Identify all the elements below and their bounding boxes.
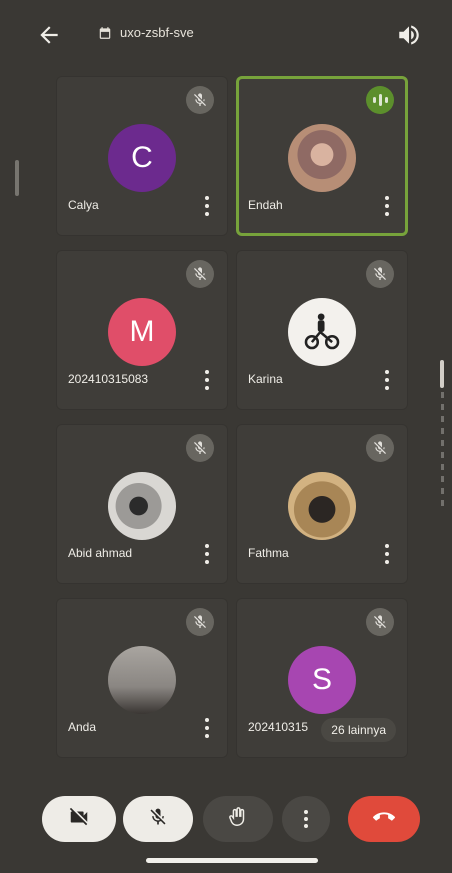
participant-tile[interactable]: Karina — [236, 250, 408, 410]
more-options-icon[interactable] — [204, 718, 210, 738]
avatar: M — [108, 298, 176, 366]
more-options-icon[interactable] — [384, 544, 390, 564]
participant-tile[interactable]: Abid ahmad — [56, 424, 228, 584]
more-options-icon[interactable] — [384, 196, 390, 216]
mic-off-icon — [366, 260, 394, 288]
participant-name: 202410315 — [248, 720, 309, 734]
avatar — [108, 472, 176, 540]
more-options-icon[interactable] — [204, 370, 210, 390]
participant-name: Endah — [248, 198, 283, 212]
mic-off-icon — [186, 86, 214, 114]
participant-tile-active[interactable]: Endah — [236, 76, 408, 236]
end-call-icon — [373, 806, 395, 833]
camera-off-icon — [68, 806, 90, 833]
participant-tile[interactable]: Anda — [56, 598, 228, 758]
more-options-icon[interactable] — [204, 196, 210, 216]
avatar — [108, 646, 176, 714]
avatar: S — [288, 646, 356, 714]
participant-name: Fathma — [248, 546, 289, 560]
participant-name: Karina — [248, 372, 283, 386]
scrollbar-thumb[interactable] — [440, 360, 444, 388]
top-bar: uxo-zsbf-sve — [0, 0, 452, 66]
participant-tile[interactable]: C Calya — [56, 76, 228, 236]
mic-off-icon — [366, 608, 394, 636]
end-call-button[interactable] — [348, 796, 420, 842]
more-options-icon[interactable] — [384, 370, 390, 390]
raise-hand-button[interactable] — [203, 796, 273, 842]
avatar: C — [108, 124, 176, 192]
raise-hand-icon — [227, 806, 249, 833]
meeting-code[interactable]: uxo-zsbf-sve — [98, 25, 194, 40]
meeting-code-text: uxo-zsbf-sve — [120, 25, 194, 40]
participant-tile[interactable]: Fathma — [236, 424, 408, 584]
more-options-icon[interactable] — [204, 544, 210, 564]
scrollbar-track — [441, 392, 444, 512]
participant-name: 202410315083 — [68, 372, 149, 386]
participant-tile[interactable]: S 202410315 26 lainnya — [236, 598, 408, 758]
participant-name: Calya — [68, 198, 99, 212]
mic-off-icon — [366, 434, 394, 462]
avatar — [288, 124, 356, 192]
home-indicator[interactable] — [146, 858, 318, 863]
camera-off-button[interactable] — [42, 796, 116, 842]
mic-off-icon — [186, 608, 214, 636]
participant-name: Abid ahmad — [68, 546, 133, 560]
mic-off-icon — [148, 807, 168, 832]
participant-tile[interactable]: M 202410315083 — [56, 250, 228, 410]
back-arrow-icon[interactable] — [36, 22, 62, 48]
side-handle[interactable] — [15, 160, 19, 196]
avatar — [288, 298, 356, 366]
more-participants-chip[interactable]: 26 lainnya — [321, 718, 396, 742]
avatar — [288, 472, 356, 540]
participant-name: Anda — [68, 720, 97, 734]
more-options-icon — [304, 810, 308, 828]
mic-off-button[interactable] — [123, 796, 193, 842]
mic-off-icon — [186, 260, 214, 288]
speaker-icon[interactable] — [396, 22, 422, 48]
calendar-icon — [98, 26, 112, 40]
speaking-indicator-icon — [366, 86, 394, 114]
more-options-button[interactable] — [282, 796, 330, 842]
mic-off-icon — [186, 434, 214, 462]
